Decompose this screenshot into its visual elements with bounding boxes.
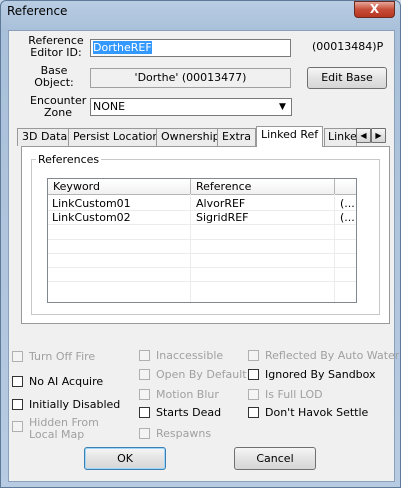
checkbox-box[interactable] — [139, 369, 150, 380]
editor-id-input[interactable]: DortheREF — [90, 39, 291, 57]
checkbox-box[interactable] — [12, 421, 23, 432]
checkbox-label: Ignored By Sandbox — [265, 368, 376, 381]
checkbox-label: Inaccessible — [156, 349, 224, 362]
row-extra: (... — [340, 211, 355, 224]
list-header: Keyword Reference — [48, 179, 356, 195]
form-id-text: (00013484)P — [312, 40, 384, 53]
tab-persist-location[interactable]: Persist Location — [68, 128, 165, 146]
edit-base-button[interactable]: Edit Base — [307, 67, 387, 89]
checkbox-reflected-by-auto-water[interactable]: Reflected By Auto Water — [248, 349, 399, 362]
tab-scroll-left-icon[interactable]: ◀ — [356, 128, 371, 143]
column-divider[interactable] — [190, 179, 191, 194]
tab-linked-ref-more[interactable]: Linke — [324, 128, 357, 146]
checkbox-label: Motion Blur — [156, 388, 219, 401]
window-title: Reference — [7, 4, 68, 18]
linked-ref-panel: References Keyword Reference LinkCustom0… — [21, 146, 390, 324]
tab-3d-data[interactable]: 3D Data — [17, 128, 73, 146]
tab-scroll-right-icon[interactable]: ▶ — [371, 128, 386, 143]
checkbox-initially-disabled[interactable]: Initially Disabled — [12, 398, 120, 411]
encounter-zone-label: Encounter Zone — [30, 94, 87, 119]
checkbox-no-ai-acquire[interactable]: No AI Acquire — [12, 375, 103, 388]
references-group-label: References — [36, 153, 102, 166]
checkbox-respawns[interactable]: Respawns — [139, 427, 211, 440]
base-object-field: 'Dorthe' (00013477) — [90, 68, 291, 88]
editor-id-value: DortheREF — [93, 41, 152, 54]
checkbox-ignored-by-sandbox[interactable]: Ignored By Sandbox — [248, 368, 376, 381]
table-row[interactable]: LinkCustom01 AlvorREF (... — [48, 196, 356, 211]
close-button[interactable]: X — [354, 1, 395, 18]
column-header-reference[interactable]: Reference — [196, 180, 251, 193]
column-gridline — [190, 194, 191, 302]
empty-row — [48, 239, 356, 254]
checkbox-label: Starts Dead — [156, 406, 222, 419]
checkbox-box[interactable] — [139, 428, 150, 439]
row-reference: SigridREF — [196, 211, 249, 224]
empty-row — [48, 225, 356, 240]
checkbox-label: No AI Acquire — [29, 375, 104, 388]
references-list[interactable]: Keyword Reference LinkCustom01 AlvorREF … — [47, 178, 357, 303]
tab-ownership[interactable]: Ownership — [156, 128, 225, 146]
checkbox-box[interactable] — [248, 369, 259, 380]
checkbox-label: Reflected By Auto Water — [265, 349, 400, 362]
cancel-button[interactable]: Cancel — [234, 447, 316, 470]
row-extra: (... — [340, 197, 355, 210]
base-object-label: Base Object: — [34, 64, 74, 89]
checkbox-box[interactable] — [248, 389, 259, 400]
checkbox-box[interactable] — [139, 389, 150, 400]
checkbox-label: Respawns — [156, 427, 212, 440]
checkbox-inaccessible[interactable]: Inaccessible — [139, 349, 223, 362]
ok-button[interactable]: OK — [84, 447, 166, 470]
table-row[interactable]: LinkCustom02 SigridREF (... — [48, 210, 356, 225]
chevron-down-icon[interactable]: ▼ — [276, 100, 289, 114]
checkbox-box[interactable] — [139, 407, 150, 418]
column-divider[interactable] — [334, 179, 335, 194]
checkbox-box[interactable] — [139, 350, 150, 361]
checkbox-open-by-default[interactable]: Open By Default — [139, 368, 247, 381]
row-keyword: LinkCustom01 — [52, 197, 131, 210]
checkbox-box[interactable] — [12, 351, 23, 362]
checkbox-box[interactable] — [248, 407, 259, 418]
column-header-keyword[interactable]: Keyword — [53, 180, 100, 193]
checkbox-label: Initially Disabled — [29, 398, 121, 411]
checkbox-label: Hidden From Local Map — [29, 416, 99, 441]
column-gridline — [334, 194, 335, 302]
encounter-zone-value: NONE — [93, 100, 126, 113]
checkbox-is-full-lod[interactable]: Is Full LOD — [248, 388, 323, 401]
checkbox-label: Turn Off Fire — [29, 350, 96, 363]
checkbox-label: Open By Default — [156, 368, 247, 381]
row-keyword: LinkCustom02 — [52, 211, 131, 224]
checkbox-dont-havok-settle[interactable]: Don't Havok Settle — [248, 406, 368, 419]
checkbox-turn-off-fire[interactable]: Turn Off Fire — [12, 350, 95, 363]
checkbox-hidden-from-local-map[interactable]: Hidden From Local Map — [12, 417, 99, 441]
checkbox-box[interactable] — [12, 376, 23, 387]
checkbox-starts-dead[interactable]: Starts Dead — [139, 406, 221, 419]
checkbox-motion-blur[interactable]: Motion Blur — [139, 388, 219, 401]
checkbox-label: Don't Havok Settle — [265, 406, 369, 419]
tab-extra[interactable]: Extra — [217, 128, 257, 146]
tab-linked-ref[interactable]: Linked Ref — [256, 126, 324, 147]
checkbox-label: Is Full LOD — [265, 388, 323, 401]
empty-row — [48, 267, 356, 282]
empty-row — [48, 253, 356, 268]
checkbox-box[interactable] — [248, 350, 259, 361]
editor-id-label: Reference Editor ID: — [28, 34, 84, 59]
checkbox-box[interactable] — [12, 399, 23, 410]
row-reference: AlvorREF — [196, 197, 246, 210]
encounter-zone-select[interactable]: NONE ▼ — [90, 98, 292, 116]
